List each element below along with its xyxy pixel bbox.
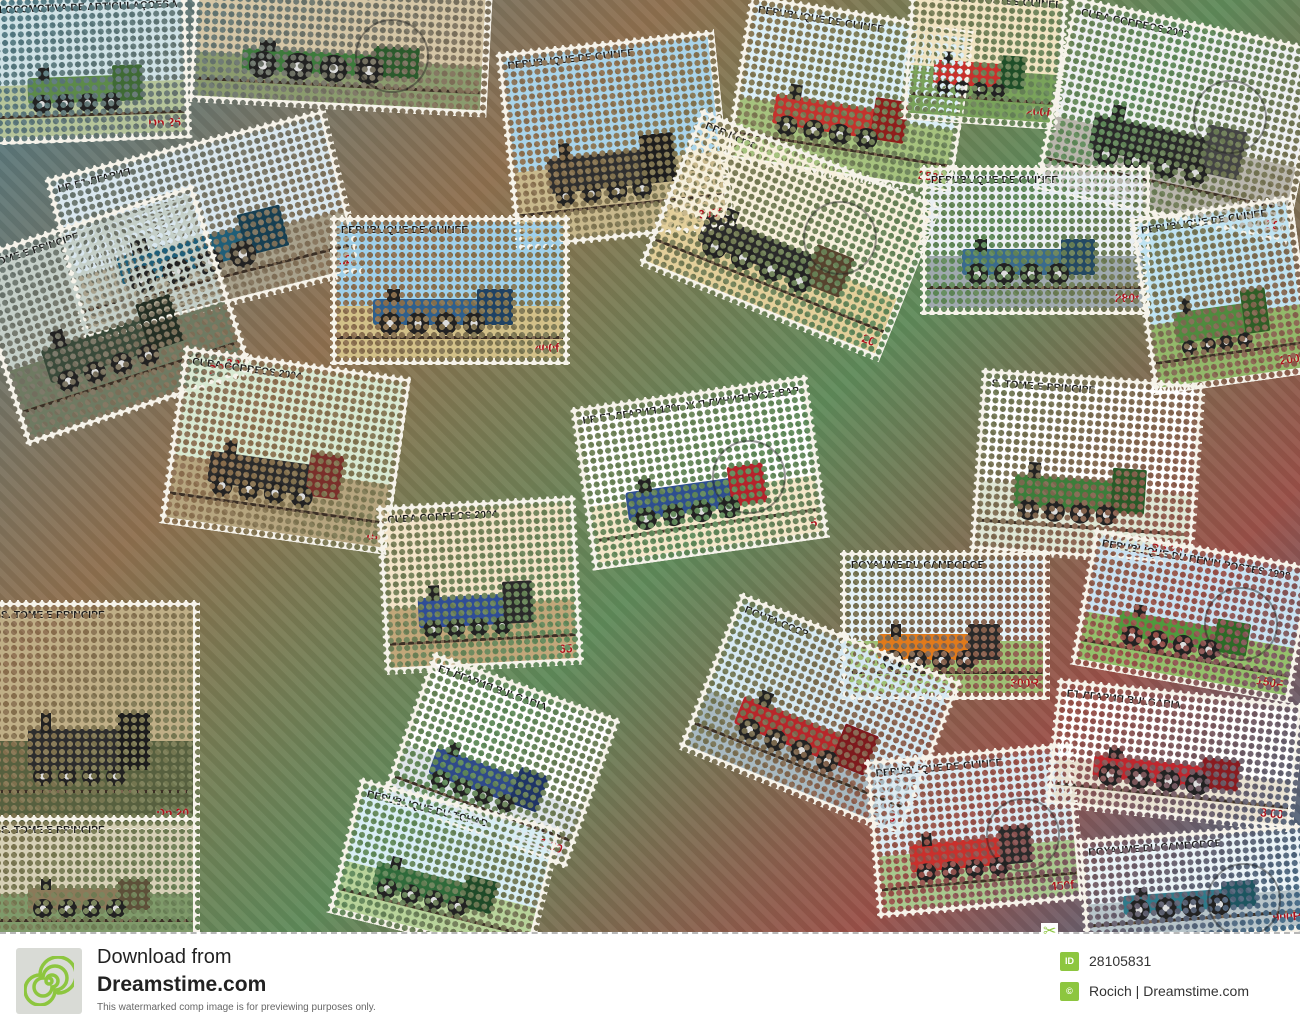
stamp-artwork: БЪЛГАРИЯ BULGARIA (194, 0, 486, 111)
stamp-denomination: 65 (558, 641, 573, 656)
locomotive-illustration (1012, 461, 1147, 528)
stamp-collage: LOCOMOTIVA DE ARTICULAÇÕES MALLET (1886 … (0, 0, 1300, 932)
stamp-caption: S. TOMÉ E PRINCIPE (1, 610, 105, 621)
postage-stamp: БЪЛГАРИЯ BULGARIA (186, 0, 494, 118)
postage-stamp: CUBA CORREOS 2004 65 (375, 494, 585, 676)
id-badge: ID (1060, 952, 1079, 971)
locomotive-illustration (545, 132, 679, 208)
locomotive-illustration (27, 63, 144, 114)
stamp-denomination: 8 00 (1259, 805, 1285, 822)
postmark-cancellation (1203, 587, 1278, 661)
scissors-icon: ✂ (1041, 923, 1059, 941)
locomotive-illustration (933, 50, 1026, 99)
postmark-cancellation (1206, 863, 1281, 932)
stamp-denomination: 280f (1114, 291, 1139, 305)
locomotive-illustration (961, 238, 1096, 285)
locomotive-illustration (417, 580, 535, 640)
postage-stamp: REPUBLIQUE DE GUINEE 200f (1128, 194, 1300, 396)
postage-stamp: БЪЛГАРИЯ BULGARIA 8 00 (1043, 677, 1300, 833)
postmark-cancellation (985, 798, 1060, 872)
postage-stamp: S. TOMÉ E PRINCIPE (0, 815, 200, 932)
stamp-artwork: LOCOMOTIVA DE ARTICULAÇÕES MALLET (1886 … (0, 0, 186, 139)
stamp-artwork: CUBA CORREOS 2004 65 (383, 502, 577, 668)
postmark-cancellation (803, 201, 877, 275)
stamp-denomination: 450f (1049, 877, 1075, 894)
stamp-caption: REPUBLIQUE DE GUINEE (931, 175, 1059, 186)
watermark-download-text: Download from (97, 946, 232, 968)
watermark-note: This watermarked comp image is for previ… (97, 1002, 376, 1013)
watermark-site-name: Dreamstime.com (97, 973, 267, 996)
stamp-denomination: 400f (534, 341, 559, 355)
locomotive-illustration (373, 288, 514, 335)
postage-stamp: S. TOMÉ E PRÍNCIPEDb 25 (968, 367, 1207, 568)
stamp-caption: S. TOMÉ E PRINCIPE (1, 825, 105, 836)
postmark-cancellation (355, 19, 429, 93)
locomotive-illustration (28, 878, 150, 919)
postage-stamp: CUBA CORREOS 2004 15 (158, 344, 412, 556)
postage-stamp: S. TOMÉ E PRINCIPE Db 20 (0, 600, 200, 830)
postage-stamp: LOCOMOTIVA DE ARTICULAÇÕES MALLET (1886 … (0, 0, 193, 146)
image-author: Rocich | Dreamstime.com (1089, 983, 1250, 999)
stamp-denomination: Db 25 (148, 114, 182, 130)
stamp-denomination: 300R (1010, 676, 1039, 690)
stamp-artwork: REPUBLIQUE DE GUINEE 280f (927, 172, 1143, 308)
stamp-denomination: 200f (1278, 350, 1300, 368)
stamp-artwork: БЪЛГАРИЯ BULGARIA 8 00 (1051, 684, 1299, 826)
postage-stamp: REPUBLIQUE DE GUINEE 400f (330, 215, 570, 365)
stamp-artwork: S. TOMÉ E PRINCIPE Db 20 (0, 607, 193, 823)
stamp-artwork: REPUBLIQUE DE GUINEE 200f (1136, 202, 1300, 388)
stamp-caption: REPUBLIQUE DE GUINEE (341, 225, 469, 236)
watermark-footer: ✂ Download from Dreamstime.com This wate… (0, 923, 1300, 1025)
image-id: 28105831 (1089, 953, 1152, 969)
stamp-artwork: REPUBLIQUE DE GUINEE 400f (337, 222, 563, 358)
stamp-artwork: S. TOMÉ E PRÍNCIPEDb 25 (976, 374, 1199, 561)
stamp-artwork: S. TOMÉ E PRINCIPE (0, 822, 193, 932)
postmark-cancellation (1193, 80, 1267, 154)
stamp-artwork: OFFICE DE POSTES GUINEE 200f (907, 0, 1063, 123)
dreamstime-spiral-icon (16, 948, 82, 1014)
stamp-artwork: CUBA CORREOS 2004 15 (166, 352, 404, 548)
postage-stamp: OFFICE DE POSTES GUINEE 200f (900, 0, 1070, 131)
author-icon: © (1060, 982, 1079, 1001)
postage-stamp: НР БЪЛГАРИЯ 120г. Ж.П ЛИНИЯ РУСЕ-ВАРНА-1… (569, 374, 831, 571)
locomotive-illustration (28, 712, 150, 787)
postage-stamp: REPUBLIQUE DE GUINEE 280f (920, 165, 1150, 315)
postmark-cancellation (712, 439, 786, 514)
stamp-caption: ROYAUME DU CAMBODGE (851, 560, 985, 571)
